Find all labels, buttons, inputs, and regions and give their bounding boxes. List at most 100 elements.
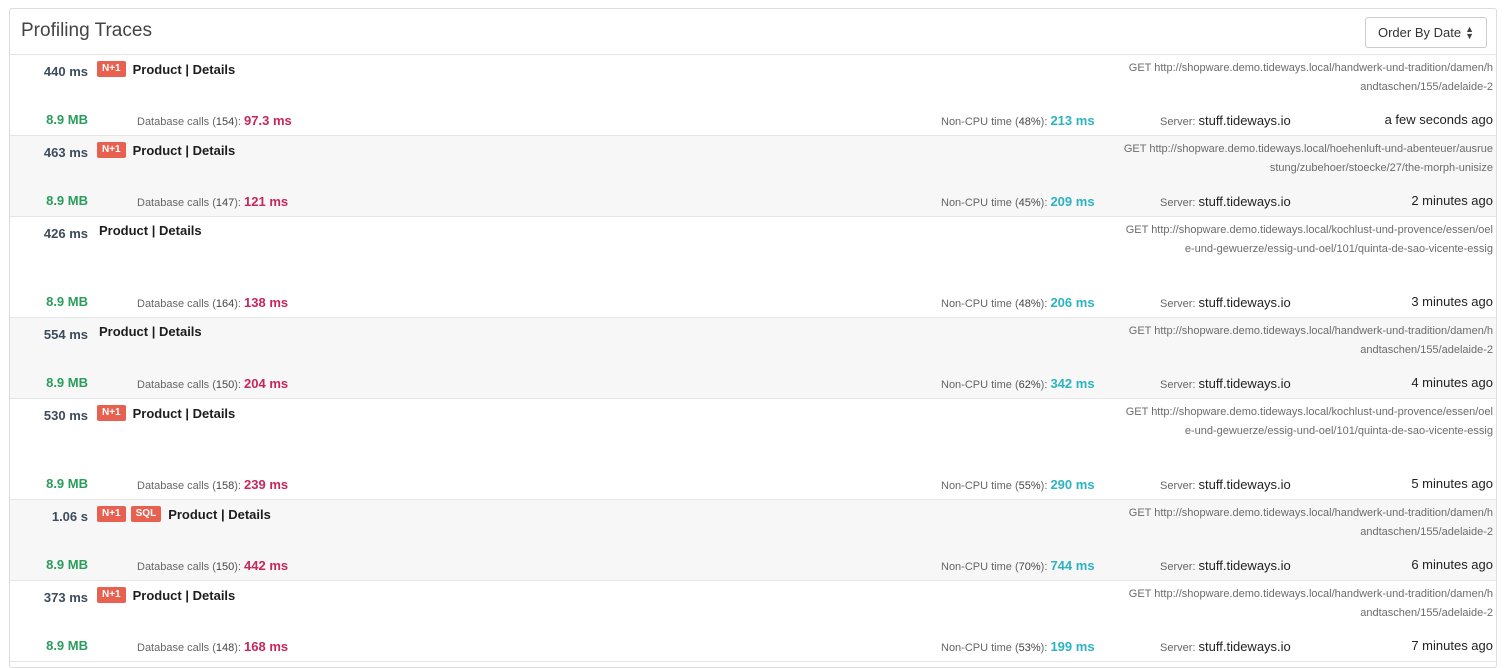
trace-transaction[interactable]: Product | Details [133,588,236,603]
trace-url: GET http://shopware.demo.tideways.local/… [1128,62,1493,93]
db-time: 138 ms [244,295,289,310]
non-cpu-value: 213 ms [1050,113,1095,128]
trace-url: GET http://shopware.demo.tideways.local/… [1128,325,1493,356]
db-time: 239 ms [244,477,289,492]
trace-title[interactable]: N+1 Product | Details [97,405,235,421]
trace-time-ago: 3 minutes ago [1411,294,1493,309]
db-calls: Database calls (164): 138 ms [137,295,289,310]
non-cpu-time: Non-CPU time (62%): 342 ms [941,376,1095,391]
trace-row[interactable]: 373 ms N+1 Product | Details GET http://… [10,581,1496,662]
trace-row[interactable]: 463 ms N+1 Product | Details GET http://… [10,136,1496,217]
trace-title[interactable]: Product | Details [97,324,202,339]
non-cpu-time: Non-CPU time (48%): 206 ms [941,295,1095,310]
panel-header: Profiling Traces Order By Date ▲ ▼ [10,9,1496,55]
trace-metrics: 8.9 MB Database calls (150): 442 ms Non-… [10,556,1496,574]
trace-server: Server: stuff.tideways.io [1160,113,1291,128]
db-time: 204 ms [244,376,289,391]
page-title: Profiling Traces [21,20,152,41]
badge-n-plus-1: N+1 [97,506,126,522]
trace-transaction[interactable]: Product | Details [133,62,236,77]
trace-transaction[interactable]: Product | Details [133,406,236,421]
trace-row[interactable]: 426 ms Product | Details GET http://shop… [10,217,1496,318]
trace-duration: 373 ms [43,590,88,605]
trace-title[interactable]: N+1 Product | Details [97,587,235,603]
trace-url: GET http://shopware.demo.tideways.local/… [1128,507,1493,538]
badge-sql: SQL [130,506,162,522]
non-cpu-value: 199 ms [1050,639,1095,654]
trace-title[interactable]: Product | Details [97,223,202,238]
db-calls: Database calls (147): 121 ms [137,194,289,209]
trace-duration: 426 ms [43,226,88,241]
trace-metrics: 8.9 MB Database calls (150): 204 ms Non-… [10,374,1496,392]
trace-duration: 554 ms [43,327,88,342]
trace-transaction[interactable]: Product | Details [168,507,271,522]
order-button-label: Order By Date [1377,25,1462,40]
non-cpu-time: Non-CPU time (53%): 199 ms [941,639,1095,654]
badge-n-plus-1: N+1 [97,61,126,77]
db-calls: Database calls (150): 204 ms [137,376,289,391]
trace-memory: 8.9 MB [46,557,88,572]
db-calls: Database calls (158): 239 ms [137,477,289,492]
trace-url: GET http://shopware.demo.tideways.local/… [1128,588,1493,619]
trace-time-ago: a few seconds ago [1384,112,1493,127]
trace-list: 440 ms N+1 Product | Details GET http://… [10,55,1496,662]
trace-time-ago: 5 minutes ago [1411,476,1493,491]
db-calls: Database calls (150): 442 ms [137,558,289,573]
non-cpu-time: Non-CPU time (45%): 209 ms [941,194,1095,209]
order-by-date-button[interactable]: Order By Date ▲ ▼ [1364,17,1487,48]
non-cpu-value: 209 ms [1050,194,1095,209]
trace-url: GET http://shopware.demo.tideways.local/… [1125,406,1493,437]
db-calls: Database calls (148): 168 ms [137,639,289,654]
trace-time-ago: 7 minutes ago [1411,638,1493,653]
db-time: 442 ms [244,558,289,573]
trace-server: Server: stuff.tideways.io [1160,639,1291,654]
trace-server: Server: stuff.tideways.io [1160,376,1291,391]
trace-url: GET http://shopware.demo.tideways.local/… [1123,143,1493,174]
trace-time-ago: 2 minutes ago [1411,193,1493,208]
trace-memory: 8.9 MB [46,294,88,309]
non-cpu-time: Non-CPU time (55%): 290 ms [941,477,1095,492]
trace-server: Server: stuff.tideways.io [1160,295,1291,310]
trace-row[interactable]: 440 ms N+1 Product | Details GET http://… [10,55,1496,136]
badge-n-plus-1: N+1 [97,405,126,421]
db-time: 97.3 ms [244,113,292,128]
non-cpu-value: 744 ms [1050,558,1095,573]
db-time: 121 ms [244,194,289,209]
non-cpu-value: 206 ms [1050,295,1095,310]
trace-server: Server: stuff.tideways.io [1160,477,1291,492]
non-cpu-time: Non-CPU time (70%): 744 ms [941,558,1095,573]
trace-transaction[interactable]: Product | Details [133,143,236,158]
profiling-traces-panel: Profiling Traces Order By Date ▲ ▼ 440 ms… [9,8,1497,668]
trace-time-ago: 4 minutes ago [1411,375,1493,390]
trace-row[interactable]: 530 ms N+1 Product | Details GET http://… [10,399,1496,500]
badge-n-plus-1: N+1 [97,142,126,158]
trace-duration: 530 ms [43,408,88,423]
db-calls: Database calls (154): 97.3 ms [137,113,292,128]
trace-metrics: 8.9 MB Database calls (154): 97.3 ms Non… [10,111,1496,129]
db-time: 168 ms [244,639,289,654]
trace-title[interactable]: N+1 Product | Details [97,61,235,77]
trace-metrics: 8.9 MB Database calls (148): 168 ms Non-… [10,637,1496,655]
trace-row[interactable]: 1.06 s N+1 SQL Product | Details GET http… [10,500,1496,581]
trace-row[interactable]: 554 ms Product | Details GET http://shop… [10,318,1496,399]
trace-metrics: 8.9 MB Database calls (147): 121 ms Non-… [10,192,1496,210]
trace-memory: 8.9 MB [46,638,88,653]
trace-transaction[interactable]: Product | Details [99,324,202,339]
trace-title[interactable]: N+1 SQL Product | Details [97,506,271,522]
trace-metrics: 8.9 MB Database calls (164): 138 ms Non-… [10,293,1496,311]
badge-n-plus-1: N+1 [97,587,126,603]
trace-url: GET http://shopware.demo.tideways.local/… [1125,224,1493,255]
trace-duration: 463 ms [43,145,88,160]
non-cpu-value: 290 ms [1050,477,1095,492]
trace-metrics: 8.9 MB Database calls (158): 239 ms Non-… [10,475,1496,493]
non-cpu-value: 342 ms [1050,376,1095,391]
trace-duration: 440 ms [43,64,88,79]
trace-memory: 8.9 MB [46,193,88,208]
trace-memory: 8.9 MB [46,476,88,491]
non-cpu-time: Non-CPU time (48%): 213 ms [941,113,1095,128]
trace-transaction[interactable]: Product | Details [99,223,202,238]
trace-server: Server: stuff.tideways.io [1160,194,1291,209]
trace-time-ago: 6 minutes ago [1411,557,1493,572]
sort-icon: ▲ ▼ [1465,23,1474,41]
trace-title[interactable]: N+1 Product | Details [97,142,235,158]
